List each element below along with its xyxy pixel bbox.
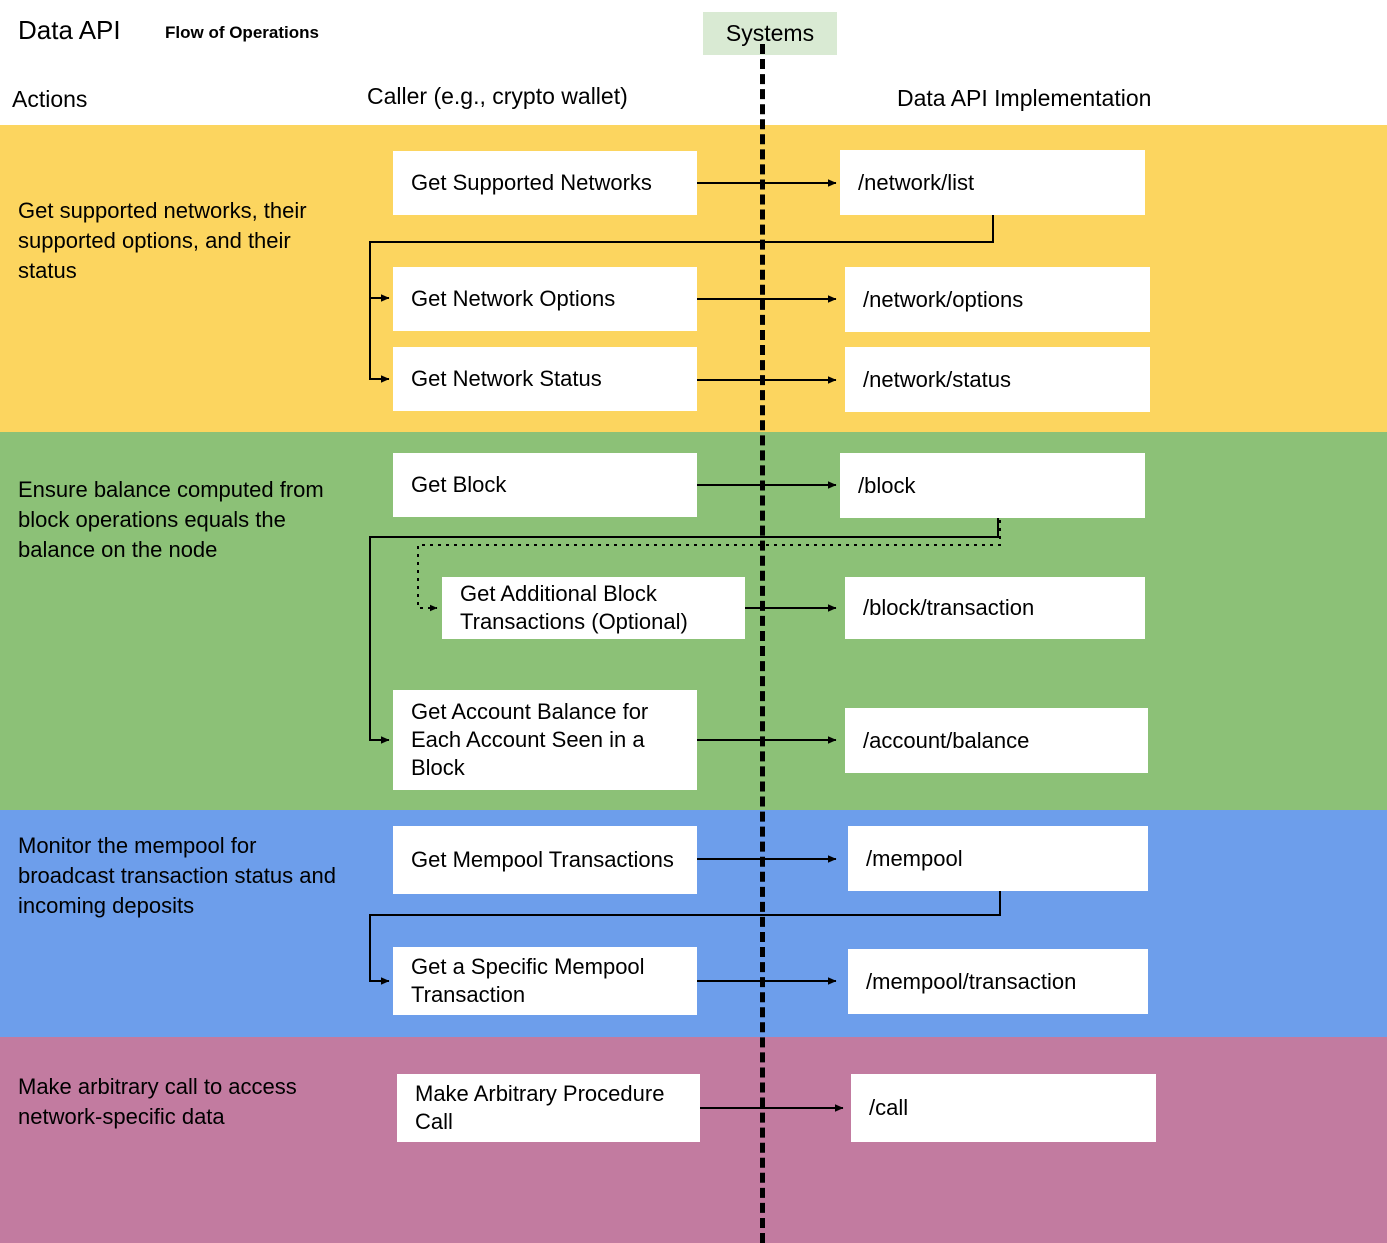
process-box-make-arbitrary-procedure-call[interactable]: Make Arbitrary Procedure Call [397, 1074, 700, 1142]
process-box-label: Get Account Balance for Each Account See… [411, 699, 649, 780]
endpoint-box-label: /network/status [863, 366, 1011, 392]
column-header-implementation: Data API Implementation [897, 85, 1152, 111]
endpoint-box-label: /call [869, 1095, 909, 1120]
process-box-get-specific-mempool-transaction[interactable]: Get a Specific Mempool Transaction [393, 947, 697, 1015]
endpoint-box-label: /block [858, 472, 916, 498]
endpoint-box-call[interactable]: /call [851, 1074, 1156, 1142]
process-box-get-network-status[interactable]: Get Network Status [393, 347, 697, 411]
process-box-get-mempool-transactions[interactable]: Get Mempool Transactions [393, 826, 697, 894]
band-label-mempool: Monitor the mempool for broadcast transa… [18, 833, 336, 918]
flow-diagram-canvas: Data API Flow of Operations Systems Acti… [0, 0, 1387, 1243]
process-box-get-supported-networks[interactable]: Get Supported Networks [393, 151, 697, 215]
column-header-actions: Actions [12, 86, 88, 112]
endpoint-box-mempool-transaction[interactable]: /mempool/transaction [848, 949, 1148, 1014]
endpoint-box-mempool[interactable]: /mempool [848, 826, 1148, 891]
process-box-label: Get Supported Networks [411, 170, 652, 195]
process-box-label: Get Network Options [411, 286, 616, 311]
systems-boundary-dashed-line [760, 44, 765, 1243]
endpoint-box-block-transaction[interactable]: /block/transaction [845, 577, 1145, 639]
endpoint-box-label: /mempool/transaction [866, 968, 1077, 994]
systems-label-text: Systems [725, 20, 815, 46]
page-subtitle: Flow of Operations [165, 23, 319, 42]
column-header-caller: Caller (e.g., crypto wallet) [367, 83, 628, 109]
process-box-label: Get Mempool Transactions [411, 847, 674, 872]
process-box-get-block[interactable]: Get Block [393, 453, 697, 517]
systems-label-box: Systems [703, 12, 837, 55]
page-title: Data API [18, 15, 121, 45]
process-box-label: Get Additional Block Transactions (Optio… [460, 581, 688, 634]
endpoint-box-label: /network/list [858, 169, 975, 195]
process-box-label: Get Block [411, 472, 507, 497]
endpoint-box-label: /account/balance [863, 727, 1030, 753]
endpoint-box-network-list[interactable]: /network/list [840, 150, 1145, 215]
endpoint-box-label: /block/transaction [863, 595, 1035, 620]
endpoint-box-network-options[interactable]: /network/options [845, 267, 1150, 332]
band-label-call: Make arbitrary call to access network-sp… [18, 1074, 297, 1129]
endpoint-box-block[interactable]: /block [840, 453, 1145, 518]
endpoint-box-account-balance[interactable]: /account/balance [845, 708, 1148, 773]
process-box-label: Make Arbitrary Procedure Call [415, 1081, 665, 1134]
process-box-label: Get Network Status [411, 366, 602, 391]
endpoint-box-label: /mempool [866, 845, 963, 871]
process-box-get-account-balance[interactable]: Get Account Balance for Each Account See… [393, 690, 697, 790]
endpoint-box-label: /network/options [863, 286, 1024, 312]
process-box-get-network-options[interactable]: Get Network Options [393, 267, 697, 331]
band-label-networks: Get supported networks, their supported … [18, 198, 307, 283]
process-box-label: Get a Specific Mempool Transaction [411, 954, 645, 1007]
process-box-get-additional-block-transactions[interactable]: Get Additional Block Transactions (Optio… [442, 577, 745, 639]
band-label-balance: Ensure balance computed from block opera… [18, 477, 324, 562]
endpoint-box-network-status[interactable]: /network/status [845, 347, 1150, 412]
